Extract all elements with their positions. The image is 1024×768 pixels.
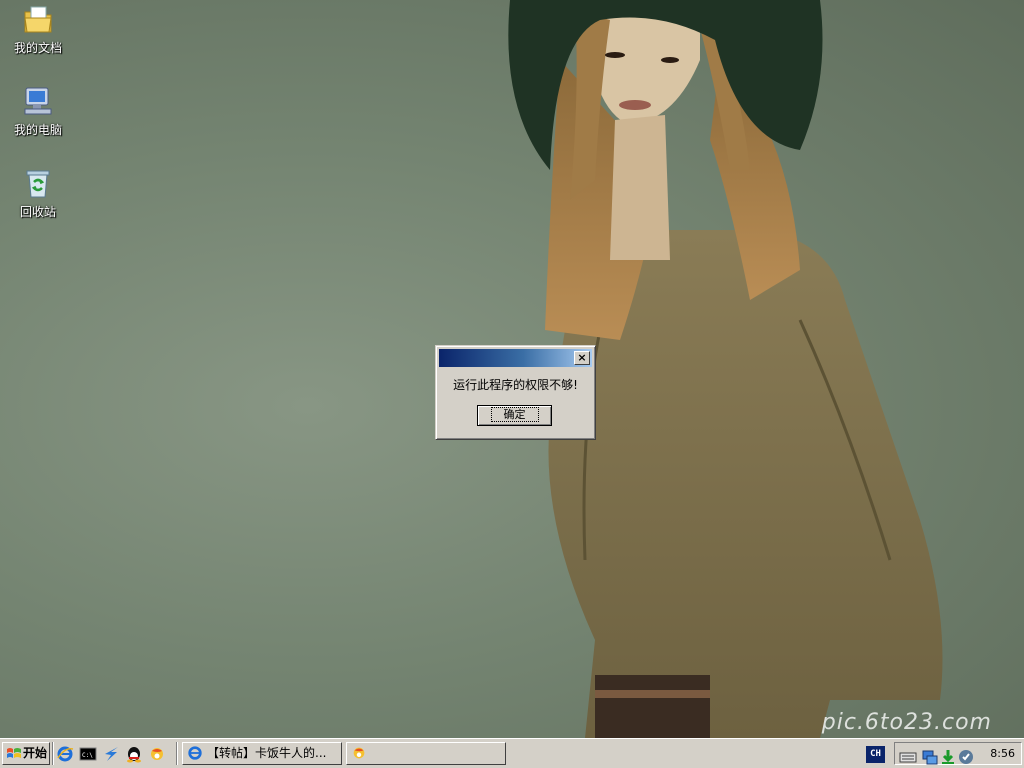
my-computer-icon [24,87,52,115]
desktop-icon-my-computer[interactable]: 我的电脑 [0,84,76,138]
taskbar-separator [176,742,178,765]
my-documents-icon [24,6,52,33]
start-label: 开始 [23,746,48,760]
close-button[interactable]: × [574,351,590,365]
recycle-bin-icon [26,170,50,198]
dialog-message: 运行此程序的权限不够! [453,378,578,392]
windows-logo-icon [7,748,21,758]
taskbar: 开始 C:\ 【转帖】卡饭牛人的... CH 8:56 [0,738,1024,768]
network-icon[interactable] [921,748,939,766]
download-icon[interactable] [939,748,957,766]
desktop-icon-recycle-bin[interactable]: 回收站 [0,166,76,220]
watermark: pic.6to23.com [821,710,992,735]
cmd-icon[interactable]: C:\ [79,745,97,763]
clock[interactable]: 8:56 [990,747,1015,761]
system-tray: 8:56 [894,742,1022,765]
dialog-titlebar[interactable]: × [439,349,592,367]
ok-button[interactable]: 确定 [477,405,552,426]
desktop-icon-my-documents[interactable]: 我的文档 [0,2,76,56]
shield-icon[interactable] [957,748,975,766]
desktop-icon-label: 我的电脑 [13,123,62,137]
qq-icon[interactable] [125,745,143,763]
taskbar-separator [52,742,54,765]
svg-text:C:\: C:\ [82,752,93,759]
ie-icon [188,746,202,760]
ie-icon[interactable] [56,745,74,763]
browser-icon[interactable] [148,745,166,763]
ok-button-label: 确定 [490,407,539,422]
keyboard-icon[interactable] [899,748,917,766]
desktop: 我的文档 我的电脑 回收站 × 运行此程序的权限不够! 确定 pic.6to23… [0,0,1024,738]
thunder-icon[interactable] [102,745,120,763]
desktop-icon-label: 回收站 [19,205,56,219]
browser-icon [353,747,365,759]
error-dialog: × 运行此程序的权限不够! 确定 [435,345,596,440]
task-button-forum-post[interactable]: 【转帖】卡饭牛人的... [182,742,342,765]
close-icon: × [577,351,587,364]
desktop-icon-label: 我的文档 [13,41,62,55]
start-button[interactable]: 开始 [2,742,50,765]
task-button-label: 【转帖】卡饭牛人的... [207,746,327,760]
language-indicator[interactable]: CH [866,746,885,763]
task-button-browser[interactable] [346,742,506,765]
